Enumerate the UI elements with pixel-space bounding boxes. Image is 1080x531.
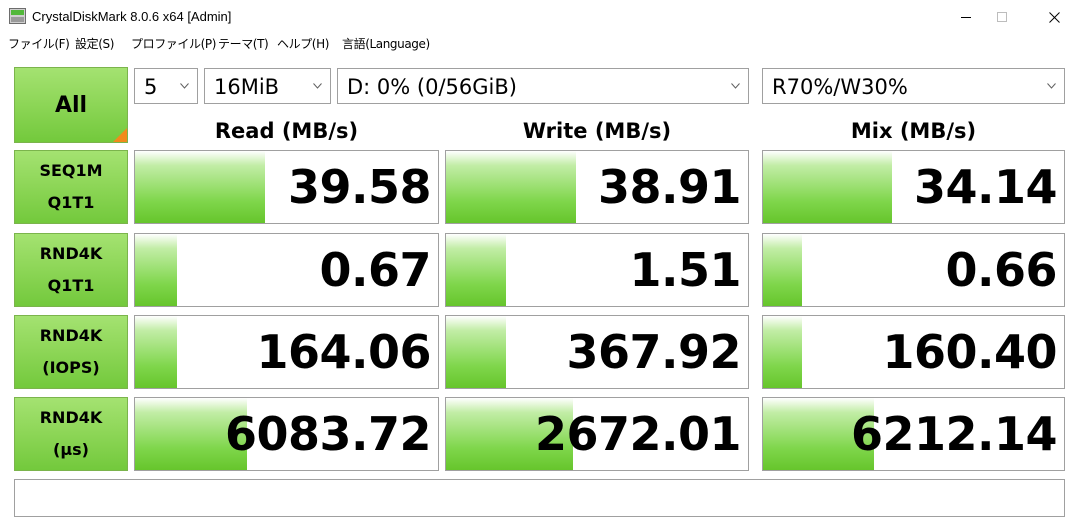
test-label-line1: RND4K [39,408,103,427]
result-bar [135,151,266,223]
test-label-line1: SEQ1M [39,161,103,180]
mix-ratio-select[interactable]: R70%/W30% [762,68,1065,104]
size-value: 16MiB [214,75,280,99]
result-value: 34.14 [913,160,1058,214]
title-bar: CrystalDiskMark 8.0.6 x64 [Admin] [0,0,1080,34]
count-value: 5 [144,75,158,99]
test-label-line2: (µs) [53,440,89,459]
result-read-seq1m-q1t1: 39.58 [134,150,439,224]
chevron-down-icon [731,83,740,89]
result-write-seq1m-q1t1: 38.91 [445,150,749,224]
result-mix-rnd4k-iops: 160.40 [762,315,1065,389]
result-bar [135,234,178,306]
menu-file[interactable]: ファイル(F) [8,36,70,53]
result-value: 38.91 [597,160,742,214]
chevron-down-icon [1047,83,1056,89]
menu-settings[interactable]: 設定(S) [75,36,114,53]
result-value: 0.67 [319,243,432,297]
run-all-button[interactable]: All [14,67,128,143]
menu-bar: ファイル(F) 設定(S) プロファイル(P) テーマ(T) ヘルプ(H) 言語… [0,34,1080,55]
result-value: 2672.01 [534,407,742,461]
result-bar [446,151,576,223]
menu-help[interactable]: ヘルプ(H) [277,36,329,53]
maximize-icon [997,12,1007,22]
drive-select[interactable]: D: 0% (0/56GiB) [337,68,749,104]
write-header: Write (MB/s) [522,119,672,143]
result-value: 0.66 [945,243,1058,297]
mix-header: Mix (MB/s) [850,119,977,143]
result-value: 367.92 [566,325,741,379]
result-bar [763,151,893,223]
menu-language[interactable]: 言語(Language) [342,36,430,53]
close-button[interactable] [1031,0,1077,34]
run-all-label: All [54,92,88,118]
result-read-rnd4k-iops: 164.06 [134,315,439,389]
test-button-rnd4k-latency[interactable]: RND4K (µs) [14,397,128,471]
result-bar [446,234,507,306]
result-mix-seq1m-q1t1: 34.14 [762,150,1065,224]
result-bar [135,316,178,388]
test-label-line1: RND4K [39,244,103,263]
window-title: CrystalDiskMark 8.0.6 x64 [Admin] [32,9,232,24]
minimize-icon [961,17,971,18]
test-label-line1: RND4K [39,326,103,345]
chevron-down-icon [180,83,189,89]
result-value: 39.58 [287,160,432,214]
test-label-line2: Q1T1 [47,276,95,295]
comment-input[interactable] [14,479,1065,517]
result-value: 6083.72 [224,407,432,461]
result-value: 164.06 [256,325,431,379]
test-label-line2: Q1T1 [47,193,95,212]
read-header: Read (MB/s) [214,119,359,143]
all-corner-marker [113,128,127,142]
drive-value: D: 0% (0/56GiB) [347,75,517,99]
close-icon [1048,11,1060,23]
test-button-rnd4k-q1t1[interactable]: RND4K Q1T1 [14,233,128,307]
result-bar [446,316,507,388]
result-value: 1.51 [629,243,742,297]
result-value: 6212.14 [850,407,1058,461]
chevron-down-icon [313,83,322,89]
result-mix-rnd4k-latency: 6212.14 [762,397,1065,471]
menu-profile[interactable]: プロファイル(P) [131,36,216,53]
count-select[interactable]: 5 [134,68,198,104]
result-write-rnd4k-latency: 2672.01 [445,397,749,471]
test-button-rnd4k-iops[interactable]: RND4K (IOPS) [14,315,128,389]
result-bar [763,316,803,388]
crystaldiskmark-app-icon [9,8,26,24]
result-read-rnd4k-latency: 6083.72 [134,397,439,471]
test-label-line2: (IOPS) [42,358,100,377]
result-value: 160.40 [882,325,1057,379]
result-write-rnd4k-iops: 367.92 [445,315,749,389]
size-select[interactable]: 16MiB [204,68,331,104]
result-bar [763,234,803,306]
mix-ratio-value: R70%/W30% [772,75,908,99]
result-mix-rnd4k-q1t1: 0.66 [762,233,1065,307]
result-write-rnd4k-q1t1: 1.51 [445,233,749,307]
result-read-rnd4k-q1t1: 0.67 [134,233,439,307]
maximize-button[interactable] [979,0,1025,34]
test-button-seq1m-q1t1[interactable]: SEQ1M Q1T1 [14,150,128,224]
menu-theme[interactable]: テーマ(T) [218,36,269,53]
